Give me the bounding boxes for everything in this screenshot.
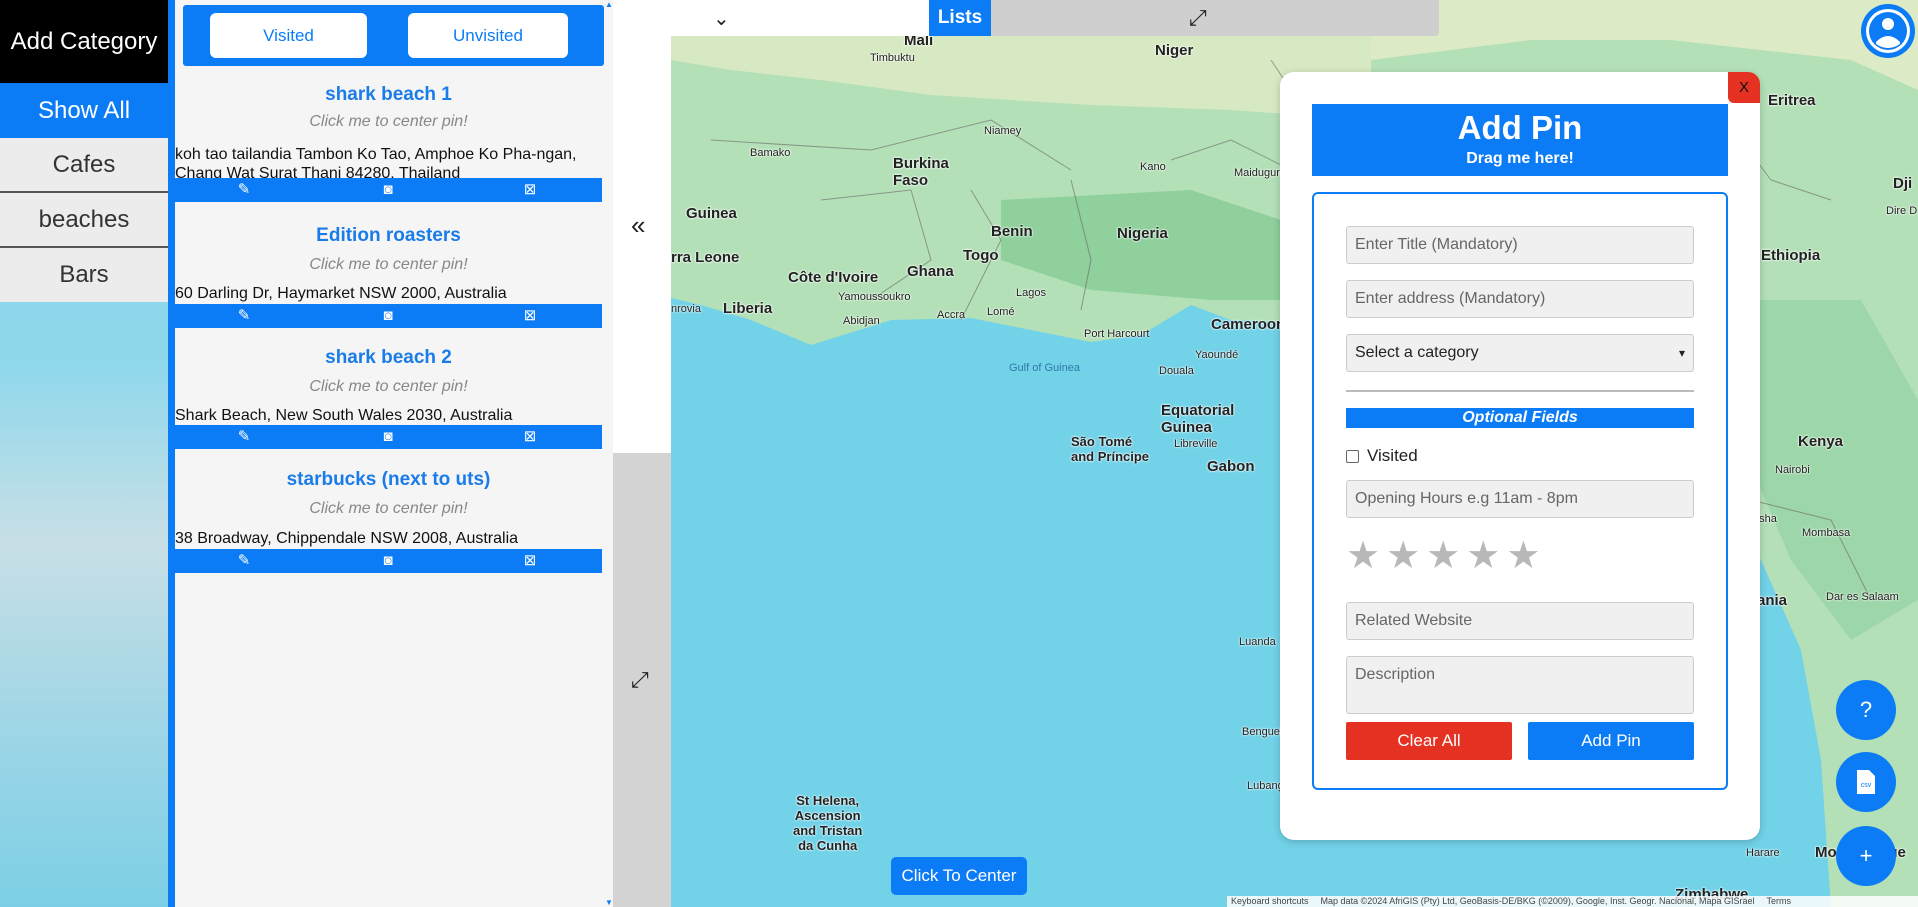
- terms-link[interactable]: Terms: [1767, 896, 1792, 907]
- camera-icon[interactable]: ◙: [379, 552, 397, 570]
- dialog-title: Add Pin: [1457, 109, 1583, 146]
- pin-actions: ✎ ◙ ⊠: [175, 304, 602, 328]
- click-to-center-button[interactable]: Click To Center: [891, 857, 1027, 895]
- pin-actions: ✎ ◙ ⊠: [175, 178, 602, 202]
- filter-bar: Visited Unvisited: [183, 5, 604, 66]
- pin-actions: ✎ ◙ ⊠: [175, 549, 602, 573]
- clear-all-button[interactable]: Clear All: [1346, 722, 1512, 760]
- plus-icon: +: [1859, 843, 1873, 868]
- camera-icon[interactable]: ◙: [379, 181, 397, 199]
- pin-actions: ✎ ◙ ⊠: [175, 425, 602, 449]
- list-item: shark beach 2 Click me to center pin! Sh…: [175, 345, 602, 449]
- keyboard-shortcuts-link[interactable]: Keyboard shortcuts: [1231, 896, 1309, 907]
- visited-label: Visited: [1367, 446, 1418, 465]
- close-button[interactable]: X: [1728, 72, 1760, 103]
- chevron-down-icon[interactable]: ⌄: [713, 6, 730, 31]
- panel-divider: [168, 0, 175, 907]
- opening-hours-input[interactable]: Opening Hours e.g 11am - 8pm: [1346, 480, 1694, 518]
- svg-text:csv: csv: [1861, 782, 1872, 789]
- csv-file-icon: csv: [1857, 770, 1875, 794]
- csv-export-button[interactable]: csv: [1836, 752, 1896, 812]
- description-textarea[interactable]: Description: [1346, 656, 1694, 714]
- top-bar: ⌄ Lists ⤢: [671, 0, 1439, 36]
- scroll-up-arrow[interactable]: ▲: [605, 0, 613, 9]
- star-icon[interactable]: ★: [1506, 537, 1540, 575]
- list-item: shark beach 1 Click me to center pin! ko…: [175, 82, 602, 202]
- top-bar-left: [671, 0, 929, 36]
- edit-icon[interactable]: ✎: [235, 181, 253, 199]
- list-item: starbucks (next to uts) Click me to cent…: [175, 467, 602, 573]
- visited-checkbox-row[interactable]: Visited: [1346, 446, 1418, 466]
- delete-icon[interactable]: ⊠: [521, 307, 539, 325]
- add-pin-button[interactable]: Add Pin: [1528, 722, 1694, 760]
- chevron-down-icon: ▾: [1678, 346, 1685, 360]
- optional-fields-header: Optional Fields: [1346, 408, 1694, 428]
- edit-icon[interactable]: ✎: [235, 552, 253, 570]
- pin-address: 60 Darling Dr, Haymarket NSW 2000, Austr…: [175, 285, 507, 302]
- category-select-value: Select a category: [1355, 344, 1479, 361]
- map-data-credit: Map data ©2024 AfriGIS (Pty) Ltd, GeoBas…: [1320, 896, 1755, 906]
- delete-icon[interactable]: ⊠: [521, 181, 539, 199]
- fullscreen-icon[interactable]: ⤢: [1189, 5, 1207, 31]
- pin-form: Enter Title (Mandatory) Enter address (M…: [1312, 192, 1728, 790]
- scroll-down-arrow[interactable]: ▼: [605, 898, 613, 907]
- category-beaches[interactable]: beaches: [0, 193, 168, 248]
- pin-address: Shark Beach, New South Wales 2030, Austr…: [175, 407, 513, 424]
- lists-tab[interactable]: Lists: [929, 0, 991, 36]
- star-rating[interactable]: ★ ★ ★ ★ ★: [1346, 537, 1540, 575]
- pin-title[interactable]: starbucks (next to uts): [175, 467, 602, 493]
- camera-icon[interactable]: ◙: [379, 307, 397, 325]
- category-show-all[interactable]: Show All: [0, 83, 168, 138]
- map-attribution: Keyboard shortcuts Map data ©2024 AfriGI…: [1227, 896, 1918, 907]
- delete-icon[interactable]: ⊠: [521, 428, 539, 446]
- pin-title[interactable]: shark beach 1: [175, 82, 602, 108]
- star-icon[interactable]: ★: [1386, 537, 1420, 575]
- fullscreen-icon[interactable]: ⤢: [631, 667, 649, 693]
- center-pin-link[interactable]: Click me to center pin!: [175, 108, 602, 136]
- dialog-drag-handle[interactable]: Add Pin Drag me here!: [1312, 104, 1728, 176]
- pin-title[interactable]: Edition roasters: [175, 223, 602, 249]
- address-input[interactable]: Enter address (Mandatory): [1346, 280, 1694, 318]
- pin-title[interactable]: shark beach 2: [175, 345, 602, 371]
- center-pin-link[interactable]: Click me to center pin!: [175, 249, 602, 281]
- help-icon: ?: [1859, 697, 1873, 722]
- visited-filter-button[interactable]: Visited: [210, 13, 367, 58]
- category-bars[interactable]: Bars: [0, 248, 168, 302]
- star-icon[interactable]: ★: [1426, 537, 1460, 575]
- star-icon[interactable]: ★: [1466, 537, 1500, 575]
- delete-icon[interactable]: ⊠: [521, 552, 539, 570]
- camera-icon[interactable]: ◙: [379, 428, 397, 446]
- category-sidebar: Add Category Show All Cafes beaches Bars: [0, 0, 168, 907]
- list-item: Edition roasters Click me to center pin!…: [175, 223, 602, 328]
- center-pin-link[interactable]: Click me to center pin!: [175, 371, 602, 403]
- add-pin-fab[interactable]: +: [1836, 826, 1896, 886]
- add-pin-dialog: X Add Pin Drag me here! Enter Title (Man…: [1280, 72, 1760, 840]
- add-category-button[interactable]: Add Category: [0, 0, 168, 83]
- category-cafes[interactable]: Cafes: [0, 138, 168, 193]
- top-bar-right: [991, 0, 1439, 36]
- visited-checkbox[interactable]: [1346, 449, 1359, 463]
- center-pin-link[interactable]: Click me to center pin!: [175, 493, 602, 525]
- category-select[interactable]: Select a category ▾: [1346, 334, 1694, 372]
- collapse-panel-icon[interactable]: «: [631, 210, 645, 241]
- dialog-subtitle: Drag me here!: [1466, 150, 1574, 167]
- pin-address: 38 Broadway, Chippendale NSW 2008, Austr…: [175, 530, 519, 547]
- edit-icon[interactable]: ✎: [235, 428, 253, 446]
- title-input[interactable]: Enter Title (Mandatory): [1346, 226, 1694, 264]
- help-button[interactable]: ?: [1836, 680, 1896, 740]
- unvisited-filter-button[interactable]: Unvisited: [408, 13, 568, 58]
- profile-icon[interactable]: [1852, 0, 1918, 62]
- pin-address: koh tao tailandia Tambon Ko Tao, Amphoe …: [175, 146, 577, 182]
- form-divider: [1346, 390, 1694, 392]
- website-input[interactable]: Related Website: [1346, 602, 1694, 640]
- edit-icon[interactable]: ✎: [235, 307, 253, 325]
- pin-list-panel: Visited Unvisited ▲ shark beach 1 Click …: [175, 0, 613, 907]
- star-icon[interactable]: ★: [1346, 537, 1380, 575]
